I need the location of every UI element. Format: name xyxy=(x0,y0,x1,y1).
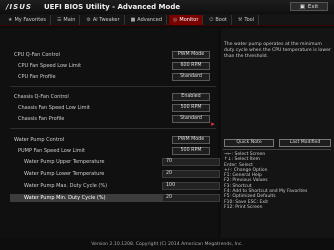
setting-row-cpu-qfan[interactable]: CPU Q-Fan Control PWM Mode xyxy=(10,51,216,59)
version-footer: Version 2.10.1208. Copyright (C) 2014 Am… xyxy=(91,242,243,247)
list-icon: ☰ xyxy=(56,16,62,23)
tab-label: Main xyxy=(63,16,76,23)
setting-row-pump-upper-temp[interactable]: Water Pump Upper Temperature 70 xyxy=(10,158,220,166)
tool-icon: ⚒ xyxy=(237,16,243,23)
tab-label: Ai Tweaker xyxy=(92,16,120,23)
setting-label: Chassis Q-Fan Control xyxy=(14,94,69,100)
setting-label: Water Pump Min. Duty Cycle (%) xyxy=(24,195,106,201)
setting-row-water-pump-control[interactable]: Water Pump Control PWM Mode xyxy=(10,136,216,144)
setting-dropdown[interactable]: PWM Mode xyxy=(172,136,210,144)
settings-panel: CPU Q-Fan Control PWM Mode CPU Fan Speed… xyxy=(0,28,220,238)
tweak-icon: ⚙ xyxy=(86,16,91,23)
exit-icon: ▣ xyxy=(299,3,305,10)
tab-label: Boot xyxy=(215,16,227,23)
brand-logo: /ISUS xyxy=(6,2,32,11)
tab-ai-tweaker[interactable]: ⚙ Ai Tweaker xyxy=(82,14,125,25)
setting-dropdown[interactable]: Standard xyxy=(172,115,210,123)
setting-row-cpu-fan-profile[interactable]: CPU Fan Profile Standard xyxy=(10,73,216,81)
help-panel: The water pump operates at the minimum d… xyxy=(221,28,334,238)
setting-input[interactable]: 20 xyxy=(162,170,220,178)
key-legend: →←: Select Screen ↑↓: Select Item Enter:… xyxy=(224,152,307,210)
star-icon: ★ xyxy=(8,16,13,23)
tab-label: Advanced xyxy=(137,16,162,23)
tab-label: Monitor xyxy=(179,16,199,23)
exit-button[interactable]: ▣ Exit xyxy=(290,2,328,11)
power-icon: ⏻ xyxy=(209,16,214,23)
tab-label: My Favorites xyxy=(14,16,46,23)
setting-row-pump-max-duty[interactable]: Water Pump Max. Duty Cycle (%) 100 xyxy=(10,182,220,190)
key-hint: F12: Print Screen xyxy=(224,204,263,210)
tab-my-favorites[interactable]: ★ My Favorites xyxy=(4,14,51,25)
setting-row-pump-lower-temp[interactable]: Water Pump Lower Temperature 20 xyxy=(10,170,220,178)
tab-boot[interactable]: ⏻ Boot xyxy=(205,14,232,25)
setting-label: CPU Fan Profile xyxy=(18,74,56,80)
advanced-icon: ■ xyxy=(130,16,136,23)
setting-dropdown[interactable]: 500 RPM xyxy=(172,104,210,112)
setting-label: Water Pump Max. Duty Cycle (%) xyxy=(24,183,108,189)
setting-row-pump-fan-low-limit[interactable]: PUMP Fan Speed Low Limit 500 RPM xyxy=(10,147,216,155)
quick-note-button[interactable]: Quick Note xyxy=(224,139,274,147)
app-title: UEFI BIOS Utility - Advanced Mode xyxy=(43,2,181,11)
setting-row-pump-min-duty[interactable]: Water Pump Min. Duty Cycle (%) 20 xyxy=(10,194,220,202)
setting-dropdown[interactable]: Standard xyxy=(172,73,210,81)
last-modified-button[interactable]: Last Modified xyxy=(279,139,331,147)
setting-row-cpu-fan-low-limit[interactable]: CPU Fan Speed Low Limit 600 RPM xyxy=(10,62,216,70)
setting-dropdown[interactable]: Enabled xyxy=(172,93,210,101)
tab-advanced[interactable]: ■ Advanced xyxy=(127,14,167,25)
setting-input[interactable]: 100 xyxy=(162,182,220,190)
setting-dropdown[interactable]: 600 RPM xyxy=(172,62,210,70)
setting-label: Water Pump Lower Temperature xyxy=(24,171,105,177)
divider xyxy=(10,86,216,87)
setting-dropdown[interactable]: 500 RPM xyxy=(172,147,210,155)
tab-tool[interactable]: ⚒ Tool xyxy=(234,14,260,25)
mouse-pointer-icon: ➤ xyxy=(210,121,216,128)
setting-row-chassis-fan-low-limit[interactable]: Chassis Fan Speed Low Limit 500 RPM xyxy=(10,104,216,112)
monitor-icon: ◎ xyxy=(173,16,178,23)
tab-main[interactable]: ☰ Main xyxy=(53,14,81,25)
divider xyxy=(10,128,216,129)
setting-row-chassis-qfan[interactable]: Chassis Q-Fan Control Enabled xyxy=(10,93,216,101)
setting-label: Chassis Fan Profile xyxy=(18,116,65,122)
title-bar: /ISUS UEFI BIOS Utility - Advanced Mode … xyxy=(0,0,334,13)
tab-bar: ★ My Favorites ☰ Main ⚙ Ai Tweaker ■ Advance… xyxy=(0,14,334,26)
setting-input[interactable]: 20 xyxy=(162,194,220,202)
help-text: The water pump operates at the minimum d… xyxy=(224,42,331,59)
divider xyxy=(223,149,331,150)
setting-label: Water Pump Upper Temperature xyxy=(24,159,105,165)
tab-label: Tool xyxy=(244,16,255,23)
setting-label: Water Pump Control xyxy=(14,137,65,143)
setting-input[interactable]: 70 xyxy=(162,158,220,166)
setting-label: CPU Fan Speed Low Limit xyxy=(18,63,82,69)
exit-label: Exit xyxy=(307,3,319,10)
setting-label: PUMP Fan Speed Low Limit xyxy=(18,148,85,154)
setting-label: CPU Q-Fan Control xyxy=(14,52,60,58)
setting-label: Chassis Fan Speed Low Limit xyxy=(18,105,90,111)
setting-dropdown[interactable]: PWM Mode xyxy=(172,51,210,59)
setting-row-chassis-fan-profile[interactable]: Chassis Fan Profile Standard xyxy=(10,115,216,123)
tab-monitor[interactable]: ◎ Monitor xyxy=(169,14,204,25)
